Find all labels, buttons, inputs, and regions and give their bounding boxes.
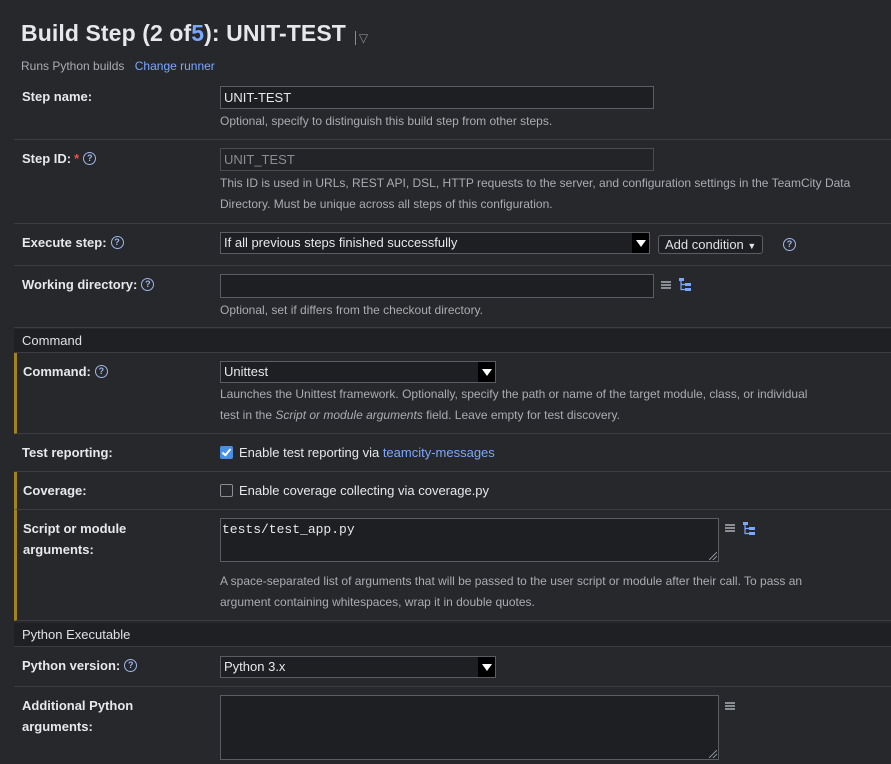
add-condition-button[interactable]: Add condition ▼	[658, 235, 764, 254]
coverage-text: Enable coverage collecting via coverage.…	[239, 483, 490, 498]
working-directory-note: Optional, set if differs from the checko…	[220, 303, 484, 317]
step-index: 5	[191, 20, 205, 46]
help-icon[interactable]: ?	[141, 278, 155, 291]
coverage-label: Coverage:	[23, 483, 87, 498]
execute-step-select[interactable]: If all previous steps finished successfu…	[220, 232, 650, 254]
test-reporting-checkbox[interactable]	[220, 446, 233, 459]
command-note-line1: Launches the Unittest framework. Optiona…	[220, 387, 808, 401]
python-version-label: Python version: ?	[22, 655, 138, 676]
row-execute-step: Execute step: ? If all previous steps fi…	[14, 224, 891, 266]
command-note-line2: test in the Script or module arguments f…	[220, 408, 620, 422]
teamcity-messages-link[interactable]: teamcity-messages	[383, 445, 495, 460]
row-coverage: Coverage: Enable coverage collecting via…	[14, 472, 891, 510]
test-reporting-label: Test reporting:	[22, 445, 113, 460]
dropdown-arrow-icon[interactable]	[632, 233, 649, 253]
step-name-label: Step name:	[22, 89, 93, 104]
python-version-select[interactable]: Python 3.x	[220, 656, 496, 678]
row-script-arguments: Script or module arguments: tests/test_a…	[14, 510, 891, 621]
working-directory-label: Working directory: ?	[22, 274, 155, 295]
coverage-checkbox[interactable]	[220, 484, 233, 497]
resize-grip-icon[interactable]	[709, 750, 717, 758]
script-arguments-note-line1: A space-separated list of arguments that…	[220, 574, 803, 588]
dropdown-arrow-icon[interactable]	[478, 657, 495, 677]
required-mark: *	[74, 151, 80, 166]
additional-args-label: Additional Python arguments:	[22, 698, 134, 734]
working-directory-input[interactable]	[220, 274, 654, 298]
section-command-header: Command	[14, 329, 891, 353]
page-title: Build Step (2 of 5): UNIT-TEST ▽	[21, 20, 369, 46]
additional-args-textarea[interactable]	[220, 695, 719, 760]
list-icon[interactable]	[725, 702, 735, 710]
help-icon[interactable]: ?	[124, 659, 138, 672]
step-name-note: Optional, specify to distinguish this bu…	[220, 114, 553, 128]
row-additional-python-args: Additional Python arguments:	[14, 687, 891, 764]
title-menu-icon[interactable]: ▽	[354, 31, 368, 45]
command-label: Command: ?	[23, 361, 108, 382]
change-runner-link[interactable]: Change runner	[135, 59, 215, 73]
chevron-down-icon: ▼	[747, 241, 757, 251]
help-icon[interactable]: ?	[94, 365, 108, 378]
help-icon[interactable]: ?	[83, 152, 97, 165]
runner-description: Runs Python builds	[21, 59, 125, 73]
script-arguments-textarea[interactable]: tests/test_app.py	[220, 518, 719, 562]
tree-chooser-icon[interactable]	[742, 521, 756, 535]
dropdown-arrow-icon[interactable]	[478, 362, 495, 382]
runner-line: Runs Python builds Change runner	[21, 59, 215, 73]
list-icon[interactable]	[725, 524, 735, 532]
step-id-note-line2: Directory. Must be unique across all ste…	[220, 197, 553, 211]
section-python-header: Python Executable	[14, 623, 891, 647]
row-step-name: Step name: UNIT-TEST Optional, specify t…	[14, 78, 891, 140]
script-arguments-label: Script or module arguments:	[23, 521, 127, 557]
command-select[interactable]: Unittest	[220, 361, 496, 383]
resize-grip-icon[interactable]	[709, 552, 717, 560]
step-name-input[interactable]: UNIT-TEST	[220, 86, 654, 109]
row-command: Command: ? Unittest Launches the Unittes…	[14, 353, 891, 434]
row-test-reporting: Test reporting: Enable test reporting vi…	[14, 434, 891, 472]
row-working-directory: Working directory: ? Optional, set if di…	[14, 266, 891, 328]
test-reporting-text: Enable test reporting via teamcity-messa…	[239, 445, 495, 460]
row-step-id: Step ID: * ? UNIT_TEST This ID is used in…	[14, 140, 891, 224]
step-id-label: Step ID: * ?	[22, 148, 97, 169]
execute-step-label: Execute step: ?	[22, 232, 124, 253]
script-arguments-note-line2: argument containing whitespaces, wrap it…	[220, 595, 535, 609]
help-icon[interactable]: ?	[783, 238, 796, 251]
help-icon[interactable]: ?	[110, 236, 124, 249]
list-icon[interactable]	[661, 281, 671, 289]
page-header: Build Step (2 of 5): UNIT-TEST ▽	[21, 20, 368, 47]
tree-chooser-icon[interactable]	[678, 277, 692, 291]
row-python-version: Python version: ? Python 3.x	[14, 647, 891, 687]
step-id-note-line1: This ID is used in URLs, REST API, DSL, …	[220, 176, 851, 190]
step-id-input: UNIT_TEST	[220, 148, 654, 171]
